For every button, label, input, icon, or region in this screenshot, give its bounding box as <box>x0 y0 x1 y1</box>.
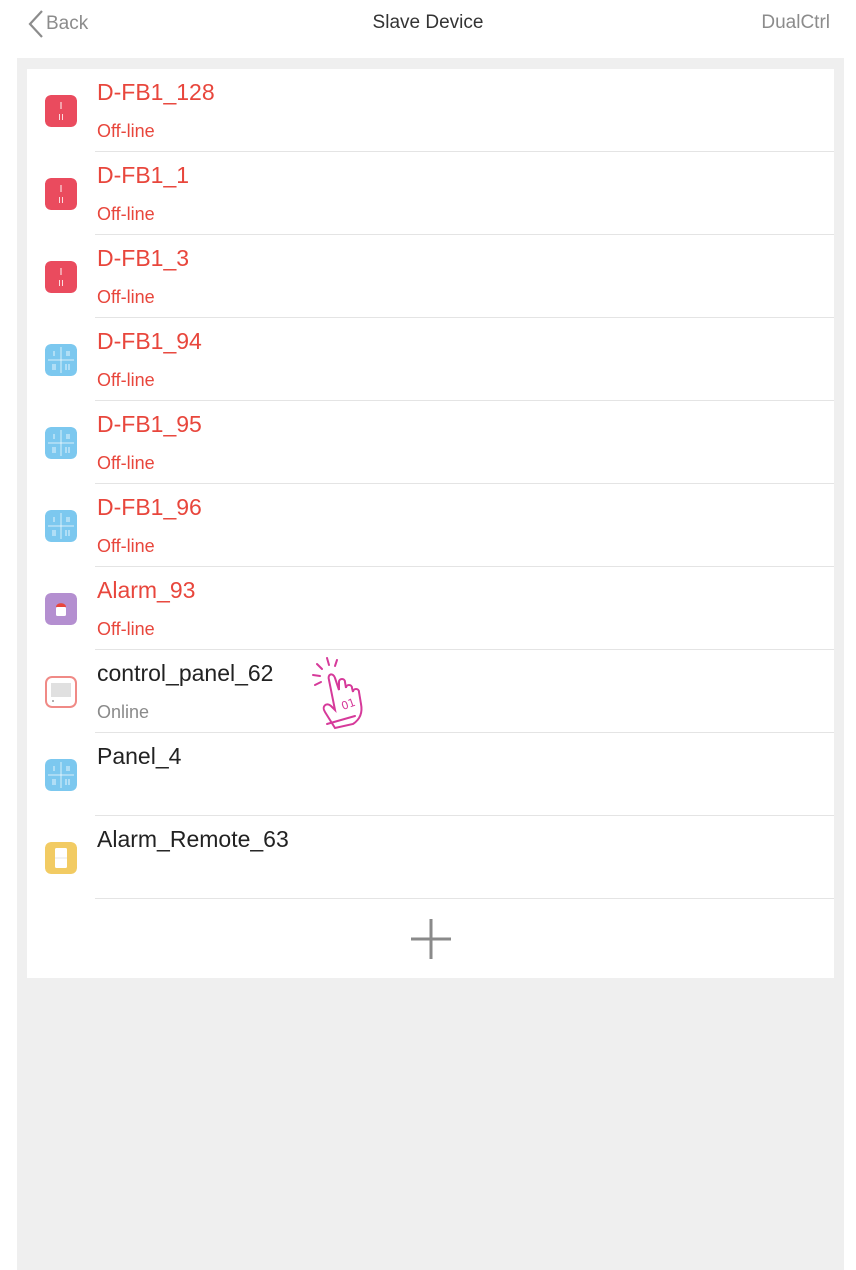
purple-alarm-icon <box>45 593 77 625</box>
device-status: Off-line <box>97 370 155 390</box>
device-list-card: D-FB1_128 Off-line D-FB1_1 Off-line D-FB1_3 O… <box>27 69 834 978</box>
device-list-item[interactable]: D-FB1_96 Off-line <box>27 484 834 567</box>
device-status: Off-line <box>97 287 155 307</box>
device-status: Off-line <box>97 453 155 473</box>
device-list-item[interactable]: D-FB1_1 Off-line <box>27 152 834 235</box>
blue-quad-switch-icon <box>45 759 77 791</box>
blue-quad-switch-icon <box>45 427 77 459</box>
control-panel-icon <box>45 676 77 708</box>
device-name: control_panel_62 <box>97 660 274 686</box>
device-list-item[interactable]: Alarm_Remote_63 <box>27 816 834 899</box>
tap-hint-label: 01 <box>340 696 358 713</box>
device-name: D-FB1_128 <box>97 79 215 105</box>
nav-bar: Back Slave Device DualCtrl <box>0 0 856 56</box>
yellow-remote-icon <box>45 842 77 874</box>
device-status: Off-line <box>97 619 155 639</box>
blue-quad-switch-icon <box>45 344 77 376</box>
device-status: Off-line <box>97 121 155 141</box>
device-list-item[interactable]: D-FB1_95 Off-line <box>27 401 834 484</box>
plus-icon <box>411 919 451 959</box>
device-name: Alarm_Remote_63 <box>97 826 289 852</box>
divider <box>95 898 834 899</box>
device-name: D-FB1_1 <box>97 162 190 188</box>
blue-quad-switch-icon <box>45 510 77 542</box>
device-name: Alarm_93 <box>97 577 196 603</box>
device-name: D-FB1_3 <box>97 245 190 271</box>
device-list-item[interactable]: D-FB1_3 Off-line <box>27 235 834 318</box>
device-list: D-FB1_128 Off-line D-FB1_1 Off-line D-FB1_3 O… <box>27 69 834 899</box>
red-single-switch-icon <box>45 178 77 210</box>
tap-hint-hand-icon: 01 <box>305 654 385 734</box>
page-title: Slave Device <box>372 12 484 33</box>
dualctrl-button[interactable]: DualCtrl <box>761 12 830 34</box>
device-name: D-FB1_96 <box>97 494 202 520</box>
device-list-item[interactable]: Alarm_93 Off-line <box>27 567 834 650</box>
red-single-switch-icon <box>45 95 77 127</box>
device-status: Off-line <box>97 536 155 556</box>
red-single-switch-icon <box>45 261 77 293</box>
device-name: D-FB1_94 <box>97 328 202 354</box>
device-name: Panel_4 <box>97 743 182 769</box>
add-device-button[interactable] <box>407 915 455 963</box>
device-status: Online <box>97 702 150 722</box>
device-status: Off-line <box>97 204 155 224</box>
device-list-item[interactable]: D-FB1_128 Off-line <box>27 69 834 152</box>
device-list-item[interactable]: control_panel_62 Online <box>27 650 834 733</box>
device-name: D-FB1_95 <box>97 411 202 437</box>
device-list-item[interactable]: Panel_4 <box>27 733 834 816</box>
device-list-item[interactable]: D-FB1_94 Off-line <box>27 318 834 401</box>
